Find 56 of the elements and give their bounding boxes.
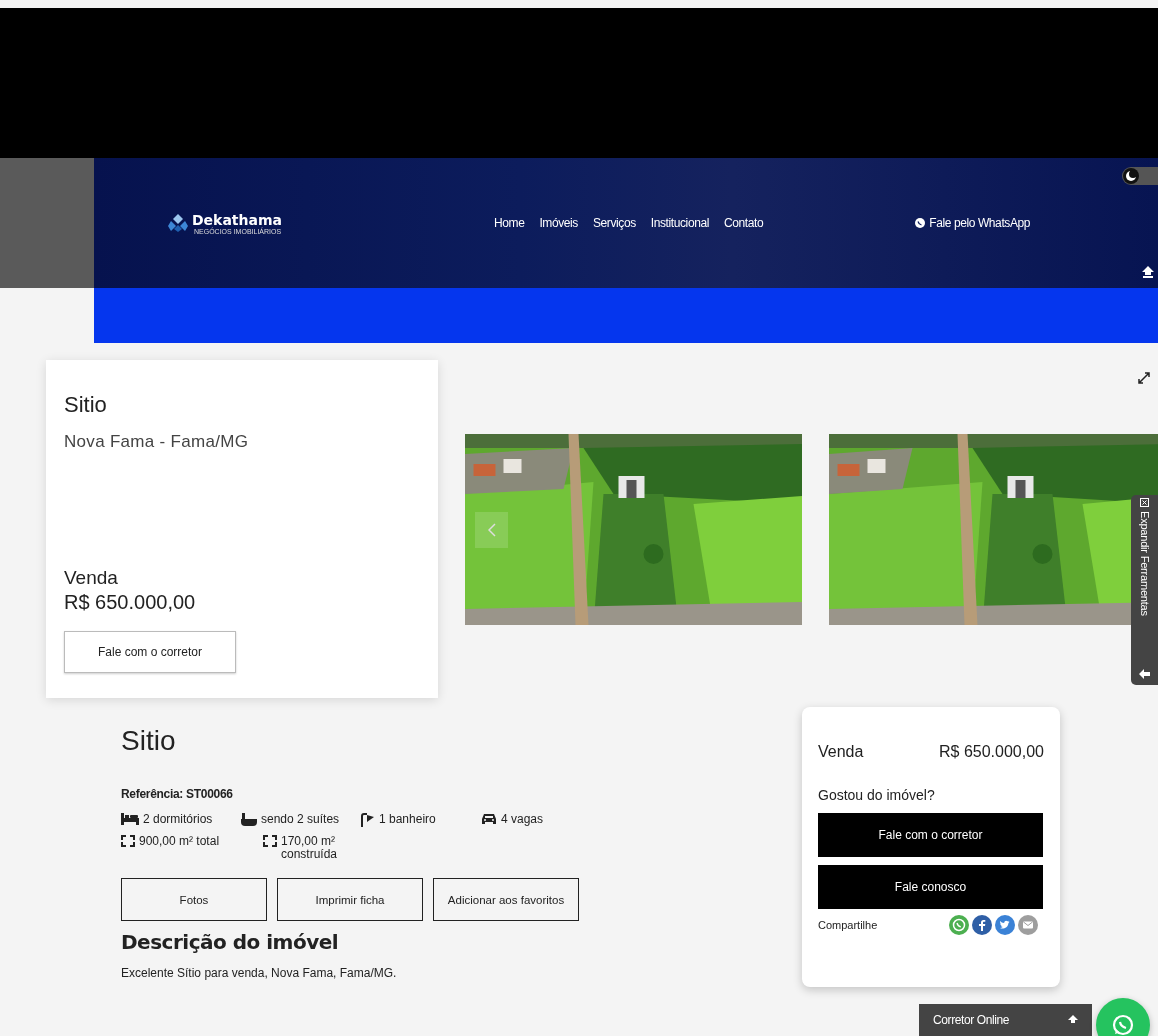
area-icon bbox=[121, 835, 135, 847]
property-price: R$ 650.000,00 bbox=[939, 743, 1044, 761]
feature-text: 4 vagas bbox=[501, 813, 544, 826]
dark-mode-toggle[interactable] bbox=[1122, 167, 1158, 185]
contact-button[interactable]: Fale conosco bbox=[818, 865, 1043, 909]
property-title: Sitio bbox=[64, 392, 108, 418]
whatsapp-icon bbox=[1111, 1013, 1135, 1036]
feature-text: 2 dormitórios bbox=[143, 813, 213, 826]
description-text: Excelente Sítio para venda, Nova Fama, Fama/MG. bbox=[121, 966, 398, 980]
action-button[interactable]: Fotos bbox=[121, 878, 267, 921]
chat-bar[interactable]: Corretor Online bbox=[919, 1004, 1092, 1036]
bird-icon[interactable] bbox=[995, 915, 1015, 935]
feature-text: 900,00 m² total bbox=[139, 835, 220, 848]
reference-code: Referência: ST00066 bbox=[121, 787, 234, 801]
shower-icon bbox=[361, 813, 375, 827]
deal-type: Venda bbox=[64, 567, 119, 589]
property-price: R$ 650.000,00 bbox=[64, 591, 197, 614]
contact-agent-button[interactable]: Fale com o corretor bbox=[64, 631, 236, 673]
whatsapp-icon[interactable] bbox=[949, 915, 969, 935]
nav-link[interactable]: Institucional bbox=[650, 216, 709, 230]
share-label: Compartilhe bbox=[818, 919, 878, 931]
moon-icon bbox=[1123, 168, 1139, 184]
question-text: Gostou do imóvel? bbox=[818, 787, 936, 803]
feature-text: 170,00 m² construída bbox=[281, 835, 339, 861]
nav-link[interactable]: Serviços bbox=[592, 216, 636, 230]
nav-link[interactable]: Home bbox=[494, 216, 525, 230]
whatsapp-link[interactable]: Fale pelo WhatsApp bbox=[915, 216, 1031, 230]
description-heading: Descrição do imóvel bbox=[121, 930, 340, 954]
diamond-logo-icon bbox=[168, 214, 188, 232]
contact-button[interactable]: Fale com o corretor bbox=[818, 813, 1043, 857]
close-icon[interactable] bbox=[1140, 498, 1149, 507]
tools-tab-label: Expandir Ferramentas bbox=[1138, 511, 1151, 616]
bed-icon bbox=[121, 813, 139, 825]
up-arrow-icon[interactable] bbox=[1142, 266, 1154, 278]
feature-text: sendo 2 suítes bbox=[261, 813, 340, 826]
left-arrow-icon bbox=[1139, 669, 1150, 679]
property-heading: Sitio bbox=[121, 725, 177, 757]
up-arrow-icon bbox=[1068, 1015, 1078, 1025]
chevron-left-icon bbox=[487, 523, 496, 537]
tools-tab[interactable]: Expandir Ferramentas bbox=[1131, 495, 1158, 685]
logo-name: Dekathama bbox=[192, 211, 282, 228]
facebook-icon[interactable] bbox=[972, 915, 992, 935]
expand-icon[interactable] bbox=[1138, 372, 1150, 384]
action-button[interactable]: Imprimir ficha bbox=[277, 878, 423, 921]
nav-link[interactable]: Imóveis bbox=[539, 216, 578, 230]
feature-text: 1 banheiro bbox=[379, 813, 436, 826]
nav-link[interactable]: Contato bbox=[723, 216, 764, 230]
property-location: Nova Fama - Fama/MG bbox=[64, 432, 250, 452]
envelope-icon[interactable] bbox=[1018, 915, 1038, 935]
action-button[interactable]: Adicionar aos favoritos bbox=[433, 878, 579, 921]
area-icon bbox=[263, 835, 277, 847]
whatsapp-icon bbox=[915, 218, 926, 228]
deal-type: Venda bbox=[818, 743, 864, 761]
chat-bar-label: Corretor Online bbox=[933, 1013, 1010, 1027]
car-icon bbox=[481, 813, 497, 825]
bathtub-icon bbox=[241, 813, 257, 827]
